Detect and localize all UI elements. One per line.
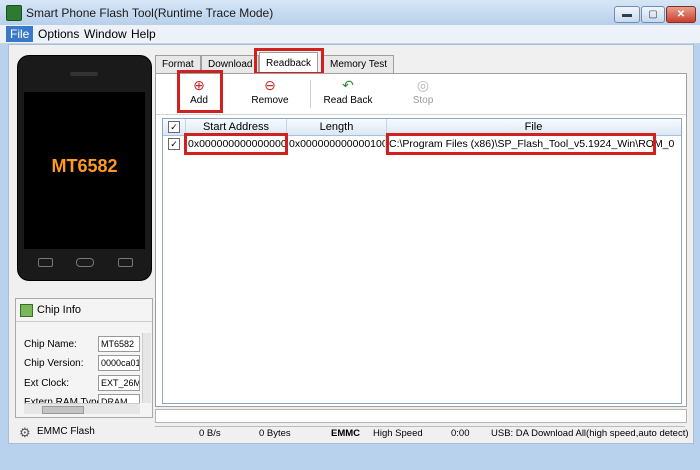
progress-bar (155, 409, 687, 423)
remove-icon: ⊖ (264, 77, 276, 93)
status-time: 0:00 (451, 428, 470, 439)
menu-bar: File Options Window Help (0, 25, 700, 44)
select-all-checkbox[interactable]: ✓ (168, 121, 180, 133)
start-address-highlight (184, 133, 288, 155)
phone-chip-label: MT6582 (51, 156, 118, 176)
status-mode: High Speed (373, 428, 423, 439)
phone-speaker (70, 72, 98, 76)
menu-options[interactable]: Options (34, 26, 83, 42)
client-area: MT6582 Chip Info Chip Name: MT6582 Chip … (8, 44, 694, 444)
chip-info-header[interactable]: Chip Info (16, 299, 152, 322)
chip-info-title: Chip Info (37, 304, 82, 316)
minimize-button[interactable]: ▬ (614, 6, 640, 23)
stop-button[interactable]: ◎ Stop (394, 77, 452, 111)
status-usb: USB: DA Download All(high speed,auto det… (491, 428, 689, 439)
menu-help[interactable]: Help (127, 26, 160, 42)
read-back-label: Read Back (323, 95, 373, 106)
menu-file[interactable]: File (6, 26, 34, 42)
read-back-button[interactable]: ↶ Read Back (319, 77, 377, 111)
readback-toolbar: ⊕ Add ⊖ Remove ↶ Read Back ◎ Stop (156, 70, 686, 115)
stop-label: Stop (412, 95, 434, 106)
emmc-flash-item[interactable]: ⚙ EMMC Flash (19, 425, 139, 440)
status-speed: 0 B/s (199, 428, 221, 439)
emmc-flash-label: EMMC Flash (37, 426, 95, 437)
title-bar: Smart Phone Flash Tool(Runtime Trace Mod… (0, 0, 700, 26)
header-select-all[interactable]: ✓ (163, 119, 186, 135)
status-storage: EMMC (331, 428, 361, 439)
row-checkbox-cell[interactable]: ✓ (163, 136, 186, 152)
readback-panel: ⊕ Add ⊖ Remove ↶ Read Back ◎ Stop ✓ Star… (155, 70, 687, 407)
chip-version-label: Chip Version: (24, 358, 84, 369)
status-bar: 0 B/s 0 Bytes EMMC High Speed 0:00 USB: … (155, 426, 689, 441)
gear-icon: ⚙ (19, 425, 31, 440)
chip-info-horizontal-scrollbar[interactable] (24, 403, 140, 414)
remove-label: Remove (251, 95, 289, 106)
maximize-button[interactable]: ▢ (641, 6, 665, 23)
app-icon (6, 5, 22, 21)
close-button[interactable]: ✕ (666, 6, 696, 23)
read-back-arrow-icon: ↶ (342, 77, 354, 93)
add-button-highlight (177, 70, 223, 113)
length-cell[interactable]: 0x0000000000001000 (287, 136, 386, 152)
phone-image: MT6582 (17, 55, 152, 281)
back-key-icon (118, 258, 133, 267)
readback-tab-highlight (254, 48, 324, 75)
toolbar-separator (310, 80, 311, 108)
window-title: Smart Phone Flash Tool(Runtime Trace Mod… (26, 6, 274, 20)
ext-clock-value: EXT_26M (98, 375, 140, 391)
ext-clock-label: Ext Clock: (24, 378, 70, 389)
home-key-icon (76, 258, 94, 267)
tab-memory-test[interactable]: Memory Test (323, 55, 395, 73)
menu-window[interactable]: Window (80, 26, 131, 42)
menu-key-icon (38, 258, 53, 267)
chip-name-label: Chip Name: (24, 339, 77, 350)
stop-icon: ◎ (416, 77, 430, 93)
readback-table: ✓ Start Address Length File ✓ 0x00000000… (162, 118, 682, 404)
app-window: Smart Phone Flash Tool(Runtime Trace Mod… (0, 0, 700, 470)
file-path-highlight (386, 133, 656, 155)
chip-name-value: MT6582 (98, 336, 140, 352)
header-length[interactable]: Length (287, 119, 387, 135)
remove-button[interactable]: ⊖ Remove (241, 77, 299, 111)
chip-icon (20, 304, 33, 317)
row-checkbox[interactable]: ✓ (168, 138, 180, 150)
status-bytes: 0 Bytes (259, 428, 291, 439)
phone-screen: MT6582 (24, 92, 145, 249)
tab-bar: Format Download Readback Memory Test (155, 48, 685, 75)
chip-version-value: 0000ca01 (98, 355, 140, 371)
chip-info-vertical-scrollbar[interactable] (142, 333, 151, 403)
chip-info-panel: Chip Info Chip Name: MT6582 Chip Version… (15, 298, 153, 418)
scroll-thumb[interactable] (42, 406, 84, 414)
